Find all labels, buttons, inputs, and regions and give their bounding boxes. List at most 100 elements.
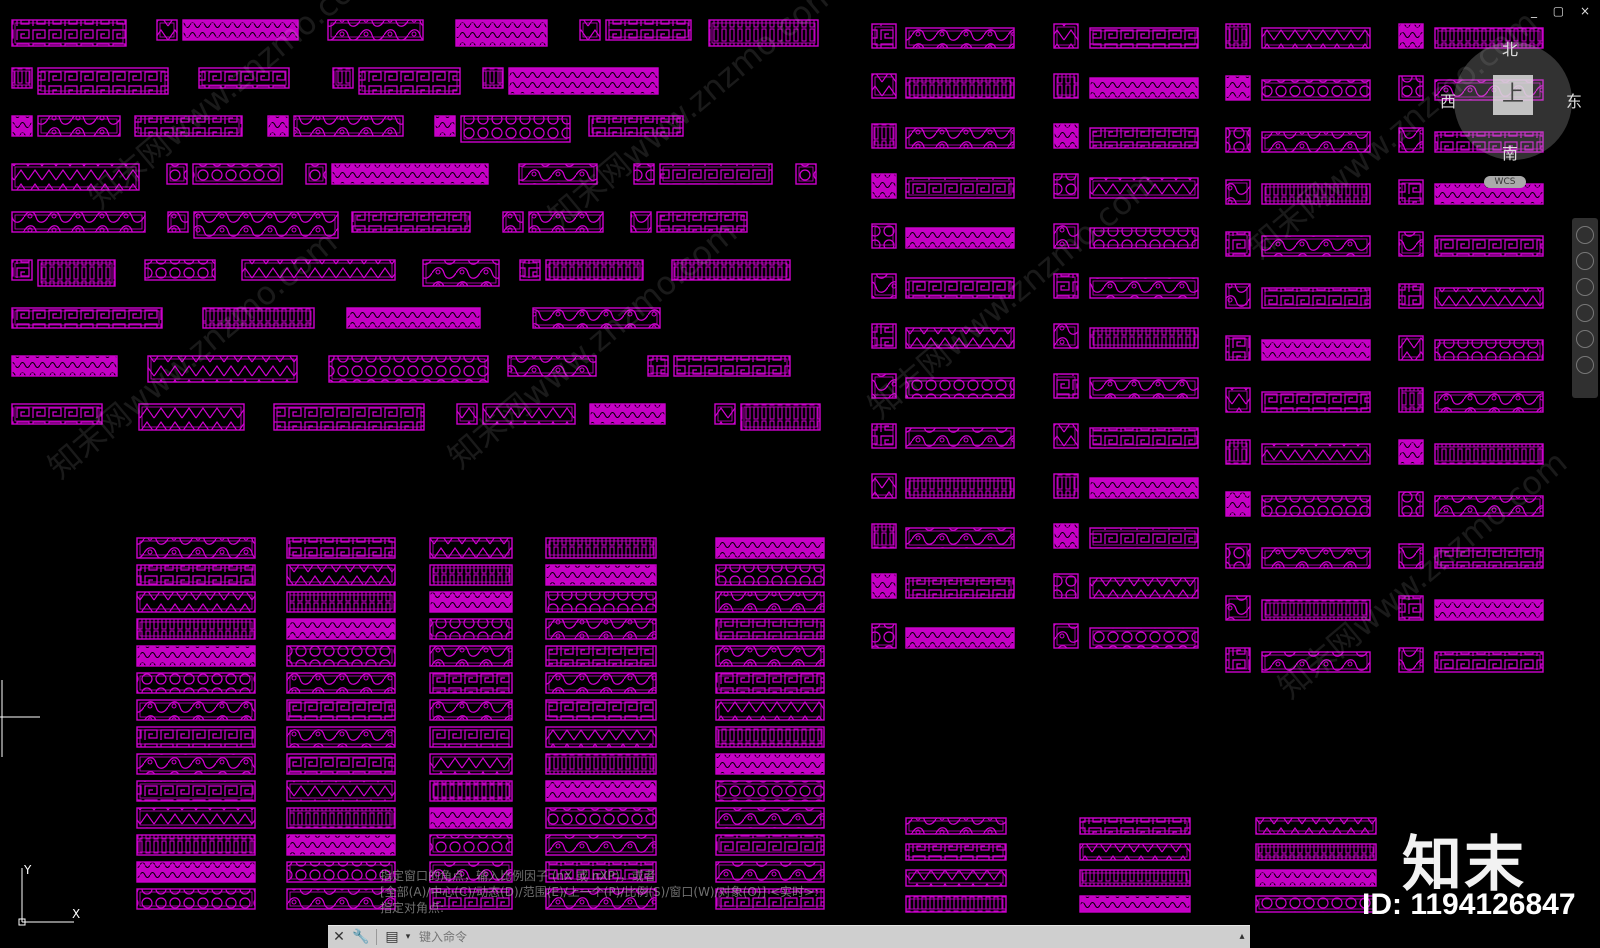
- ornament-panel: [429, 537, 513, 559]
- ornament-panel: [351, 211, 471, 233]
- viewcube-top-face[interactable]: 上: [1493, 75, 1533, 115]
- ornament-panel: [482, 67, 504, 89]
- ornament-panel: [905, 577, 1015, 599]
- ornament-panel: [305, 163, 327, 185]
- ornament-panel: [422, 259, 500, 287]
- ornament-panel: [545, 807, 657, 829]
- ornament-panel: [136, 591, 256, 613]
- steering-wheel-icon[interactable]: [1576, 226, 1594, 244]
- ornament-panel: [714, 403, 736, 425]
- ornament-panel: [1053, 573, 1079, 599]
- ornament-panel: [715, 645, 825, 667]
- ornament-panel: [1079, 817, 1191, 835]
- compass-east[interactable]: 东: [1566, 88, 1582, 112]
- ornament-panel: [905, 895, 1007, 913]
- ornament-panel: [434, 115, 456, 137]
- navigation-bar: [1572, 218, 1598, 398]
- ornament-panel: [429, 807, 513, 829]
- ornament-panel: [1053, 323, 1079, 349]
- ornament-panel: [647, 355, 669, 377]
- viewcube[interactable]: 北 西 东 南 上 WCS: [1440, 36, 1600, 188]
- ornament-panel: [905, 527, 1015, 549]
- ornament-panel: [545, 618, 657, 640]
- ornament-panel: [1225, 543, 1251, 569]
- drawing-canvas[interactable]: 知末网www.znzmo.com 知末网www.znzmo.com 知末网www.z…: [0, 0, 1600, 947]
- ornament-panel: [286, 807, 396, 829]
- ornament-panel: [1089, 327, 1199, 349]
- divider: [376, 929, 377, 945]
- ornament-panel: [1398, 231, 1424, 257]
- ornament-panel: [37, 259, 116, 287]
- compass-north[interactable]: 北: [1502, 36, 1518, 60]
- ornament-panel: [136, 753, 256, 775]
- compass-south[interactable]: 南: [1502, 140, 1518, 164]
- nav-menu-icon[interactable]: [1576, 356, 1594, 374]
- ornament-panel: [715, 591, 825, 613]
- ornament-panel: [167, 211, 189, 233]
- ornament-panel: [11, 115, 33, 137]
- command-scroll-icon[interactable]: ▴: [1234, 926, 1250, 948]
- ornament-panel: [136, 672, 256, 694]
- ornament-panel: [136, 834, 256, 856]
- ornament-panel: [715, 618, 825, 640]
- wcs-badge[interactable]: WCS: [1484, 176, 1526, 188]
- ornament-panel: [1261, 287, 1371, 309]
- minimize-button[interactable]: _: [1531, 4, 1543, 18]
- ornament-panel: [1398, 647, 1424, 673]
- ornament-panel: [136, 618, 256, 640]
- ornament-panel: [1434, 599, 1544, 621]
- restore-button[interactable]: ▢: [1553, 4, 1570, 18]
- ornament-panel: [1089, 27, 1199, 49]
- ornament-panel: [871, 473, 897, 499]
- ornament-panel: [156, 19, 178, 41]
- ornament-panel: [429, 834, 513, 856]
- zoom-icon[interactable]: [1576, 278, 1594, 296]
- ucs-y-label: Y: [23, 863, 32, 877]
- ornament-panel: [1434, 287, 1544, 309]
- ornament-panel: [1261, 547, 1371, 569]
- ornament-panel: [1053, 23, 1079, 49]
- ornament-panel: [136, 564, 256, 586]
- ornament-panel: [1053, 123, 1079, 149]
- compass-west[interactable]: 西: [1440, 88, 1456, 112]
- ornament-panel: [136, 861, 256, 883]
- ucs-x-label: X: [72, 907, 80, 921]
- ornament-panel: [545, 591, 657, 613]
- ornament-panel: [11, 19, 127, 47]
- ornament-panel: [286, 672, 396, 694]
- ornament-panel: [1398, 335, 1424, 361]
- close-command-line-icon[interactable]: ✕: [328, 926, 350, 948]
- ornament-panel: [715, 780, 825, 802]
- ornament-panel: [455, 19, 548, 47]
- chevron-down-icon[interactable]: ▾: [403, 926, 413, 948]
- customize-wrench-icon[interactable]: 🔧: [350, 926, 372, 948]
- ornament-panel: [905, 27, 1015, 49]
- ornament-panel: [795, 163, 817, 185]
- ornament-panel: [871, 23, 897, 49]
- recent-commands-icon[interactable]: ▤: [381, 926, 403, 948]
- ornament-panel: [144, 259, 216, 281]
- orbit-icon[interactable]: [1576, 304, 1594, 322]
- pan-icon[interactable]: [1576, 252, 1594, 270]
- ornament-panel: [11, 355, 118, 377]
- ornament-panel: [1398, 283, 1424, 309]
- ornament-panel: [429, 780, 513, 802]
- ornament-panel: [286, 618, 396, 640]
- ornament-panel: [11, 307, 163, 329]
- ornament-panel: [1053, 623, 1079, 649]
- ornament-panel: [286, 726, 396, 748]
- ornament-panel: [871, 523, 897, 549]
- showmotion-icon[interactable]: [1576, 330, 1594, 348]
- ornament-panel: [346, 307, 481, 329]
- ornament-panel: [1398, 439, 1424, 465]
- ornament-panel: [460, 115, 571, 143]
- close-button[interactable]: ×: [1580, 4, 1596, 18]
- command-input[interactable]: [413, 928, 1234, 946]
- ornament-panel: [286, 888, 396, 910]
- ornament-panel: [1398, 179, 1424, 205]
- ornament-panel: [905, 477, 1015, 499]
- ornament-panel: [905, 843, 1007, 861]
- ornament-panel: [1053, 373, 1079, 399]
- ornament-panel: [905, 177, 1015, 199]
- ornament-panel: [1255, 869, 1377, 887]
